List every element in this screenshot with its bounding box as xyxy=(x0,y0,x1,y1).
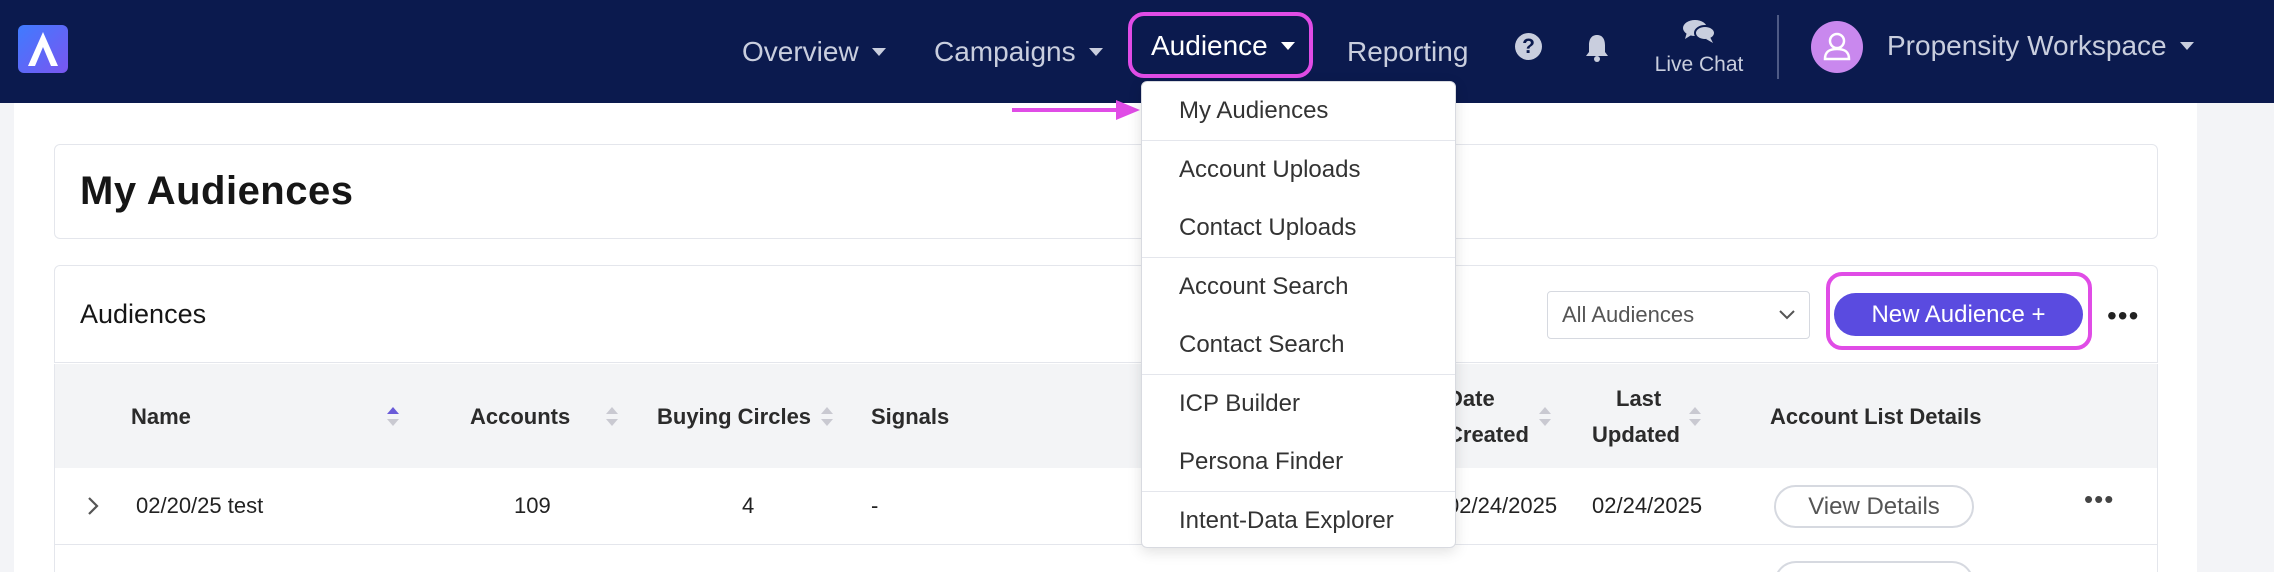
live-chat-button[interactable]: Live Chat xyxy=(1640,18,1758,77)
chevron-down-icon xyxy=(2179,41,2194,50)
new-audience-button[interactable]: New Audience + xyxy=(1834,293,2083,336)
avatar[interactable] xyxy=(1811,21,1863,73)
chevron-down-icon xyxy=(1088,47,1103,56)
row-signals: - xyxy=(871,493,879,518)
sort-down-icon[interactable] xyxy=(1689,419,1701,426)
menu-item-contact-search[interactable]: Contact Search xyxy=(1142,316,1455,374)
column-header-last-updated-line2[interactable]: Updated xyxy=(1592,422,1680,448)
menu-item-contact-uploads[interactable]: Contact Uploads xyxy=(1142,199,1455,257)
chevron-down-icon xyxy=(871,47,886,56)
sort-down-icon[interactable] xyxy=(821,419,833,426)
sort-down-icon[interactable] xyxy=(387,419,399,426)
menu-item-my-audiences[interactable]: My Audiences xyxy=(1142,82,1455,140)
table-row[interactable]: 02/20/25 test 109 4 - 02/24/2025 02/24/2… xyxy=(54,468,2158,545)
nav-overview-label: Overview xyxy=(742,35,859,67)
sort-up-icon[interactable] xyxy=(387,407,399,414)
nav-divider xyxy=(1777,15,1779,79)
column-header-accounts[interactable]: Accounts xyxy=(470,404,570,430)
nav-overview[interactable]: Overview xyxy=(742,0,886,103)
audience-filter-value: All Audiences xyxy=(1562,302,1695,327)
column-header-name[interactable]: Name xyxy=(131,404,191,430)
row-buying-circles: 4 xyxy=(742,493,755,518)
row-name[interactable]: 02/20/25 test xyxy=(136,493,263,519)
logo-icon xyxy=(28,32,58,66)
page-title: My Audiences xyxy=(80,169,354,213)
nav-reporting-label: Reporting xyxy=(1347,35,1469,67)
column-header-last-updated-line1[interactable]: Last xyxy=(1616,386,1661,412)
user-icon xyxy=(1823,32,1851,61)
row-date-created: 02/24/2025 xyxy=(1447,493,1558,518)
top-navbar: Overview Campaigns Audience Reporting ? … xyxy=(0,0,2274,103)
live-chat-label: Live Chat xyxy=(1654,53,1744,76)
audiences-title: Audiences xyxy=(80,299,207,329)
chevron-right-icon[interactable] xyxy=(85,495,101,517)
arrow-right-icon xyxy=(1012,100,1140,120)
column-header-account-list-details: Account List Details xyxy=(1770,404,1982,429)
app-logo[interactable] xyxy=(18,25,68,73)
help-icon[interactable]: ? xyxy=(1515,33,1542,60)
column-header-date-created-line2[interactable]: Created xyxy=(1447,422,1529,448)
sort-down-icon[interactable] xyxy=(606,419,618,426)
page-header-card: My Audiences xyxy=(54,144,2158,239)
column-header-buying-circles[interactable]: Buying Circles xyxy=(657,404,811,430)
workspace-label: Propensity Workspace xyxy=(1887,29,2167,61)
more-options-icon[interactable]: ••• xyxy=(2107,300,2139,332)
audience-dropdown-menu: My Audiences Account Uploads Contact Upl… xyxy=(1141,81,1456,548)
sort-up-icon[interactable] xyxy=(606,407,618,414)
chevron-down-icon xyxy=(1779,310,1795,320)
row-accounts: 109 xyxy=(514,493,551,518)
nav-campaigns[interactable]: Campaigns xyxy=(934,0,1103,103)
sort-up-icon[interactable] xyxy=(1689,407,1701,414)
nav-campaigns-label: Campaigns xyxy=(934,35,1076,67)
table-row[interactable] xyxy=(54,545,2158,572)
menu-item-account-uploads[interactable]: Account Uploads xyxy=(1142,141,1455,199)
column-header-signals[interactable]: Signals xyxy=(871,404,949,430)
audience-filter-select[interactable]: All Audiences xyxy=(1547,291,1810,339)
sort-down-icon[interactable] xyxy=(1539,419,1551,426)
chat-icon xyxy=(1683,20,1716,43)
table-header: Name Accounts Buying Circles Signals Dat… xyxy=(54,364,2158,468)
sort-up-icon[interactable] xyxy=(821,407,833,414)
bell-icon[interactable] xyxy=(1583,33,1611,63)
row-more-options-icon[interactable]: ••• xyxy=(2084,484,2114,515)
view-details-button[interactable]: View Details xyxy=(1774,485,1974,528)
view-details-button[interactable] xyxy=(1774,561,1974,572)
menu-item-account-search[interactable]: Account Search xyxy=(1142,258,1455,316)
row-last-updated: 02/24/2025 xyxy=(1592,493,1703,518)
menu-item-persona-finder[interactable]: Persona Finder xyxy=(1142,433,1455,491)
workspace-selector[interactable]: Propensity Workspace xyxy=(1887,0,2194,97)
menu-item-icp-builder[interactable]: ICP Builder xyxy=(1142,375,1455,433)
nav-audience-label: Audience xyxy=(1151,29,1268,61)
chevron-down-icon xyxy=(1280,41,1295,50)
menu-item-intent-data-explorer[interactable]: Intent-Data Explorer xyxy=(1142,492,1455,550)
sort-up-icon[interactable] xyxy=(1539,407,1551,414)
